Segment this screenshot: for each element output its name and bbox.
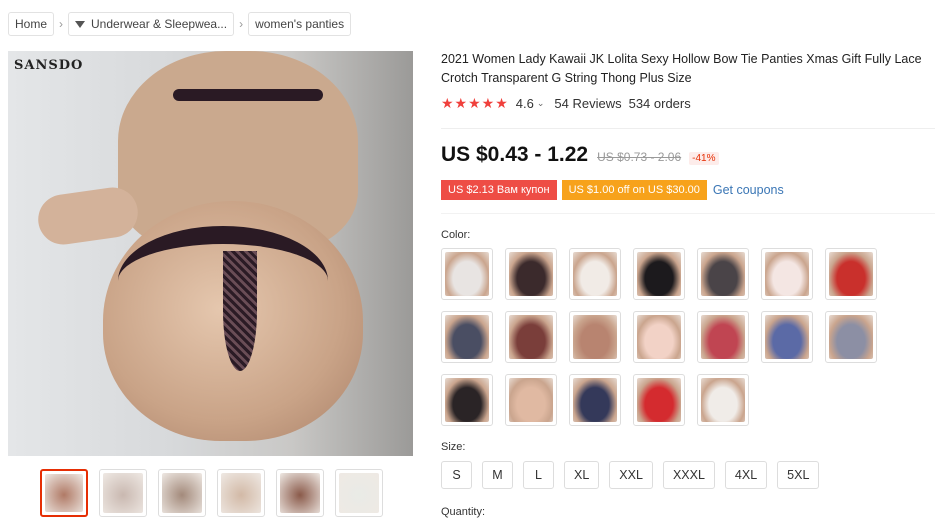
get-coupons-link[interactable]: Get coupons [713, 183, 784, 197]
size-option[interactable]: XXXL [662, 461, 715, 489]
color-swatch[interactable] [633, 248, 685, 300]
swatch-preview [829, 315, 873, 359]
thumbnail-strip [40, 469, 383, 517]
thumbnail-preview [221, 473, 261, 513]
main-product-image[interactable]: SANSDO [8, 51, 413, 456]
swatch-preview [637, 252, 681, 296]
swatch-preview [765, 315, 809, 359]
thumbnail-image[interactable] [217, 469, 265, 517]
rating-value[interactable]: 4.6 [516, 96, 534, 111]
color-swatch[interactable] [761, 311, 813, 363]
dropdown-triangle-icon [75, 20, 86, 28]
size-option[interactable]: S [441, 461, 472, 489]
size-label: Size: [441, 441, 466, 453]
color-swatch[interactable] [697, 374, 749, 426]
image-figure-arm [35, 184, 141, 248]
size-option[interactable]: L [523, 461, 554, 489]
swatch-preview [573, 252, 617, 296]
swatch-preview [573, 378, 617, 422]
size-option[interactable]: M [482, 461, 513, 489]
discount-badge: -41% [689, 152, 719, 165]
color-swatch[interactable] [505, 311, 557, 363]
coupon-row: US $2.13 Вам купон US $1.00 off on US $3… [441, 180, 784, 200]
color-swatch[interactable] [441, 248, 493, 300]
swatch-preview [445, 252, 489, 296]
image-lace-detail [223, 251, 257, 371]
rating-row: ★★★★★ 4.6 ⌄ 54 Reviews 534 orders [441, 94, 691, 112]
color-swatch[interactable] [505, 248, 557, 300]
swatch-preview [573, 315, 617, 359]
size-option[interactable]: 4XL [724, 461, 768, 489]
thumbnail-preview [339, 473, 379, 513]
current-price: US $0.43 - 1.22 [441, 143, 589, 166]
color-swatch[interactable] [825, 248, 877, 300]
color-swatch[interactable] [569, 374, 621, 426]
size-option[interactable]: XL [564, 461, 600, 489]
orders-count: 534 orders [628, 95, 691, 111]
quantity-label: Quantity: [441, 506, 486, 518]
thumbnail-preview [45, 474, 83, 512]
swatch-preview [509, 378, 553, 422]
original-price: US $0.73 - 2.06 [597, 150, 682, 164]
thumbnail-image[interactable] [99, 469, 147, 517]
thumbnail-preview [103, 473, 143, 513]
color-swatch[interactable] [441, 374, 493, 426]
size-options: S M L XL XXL XXXL 4XL 5XL [441, 461, 820, 489]
breadcrumb-home[interactable]: Home [8, 12, 55, 36]
color-swatch[interactable] [633, 311, 685, 363]
breadcrumb-separator: › [239, 17, 244, 31]
coupon-badge-threshold[interactable]: US $1.00 off on US $30.00 [561, 180, 707, 200]
swatch-preview [637, 315, 681, 359]
color-swatch-grid [441, 248, 881, 426]
swatch-preview [701, 252, 745, 296]
color-label: Color: [441, 229, 471, 241]
breadcrumb-category[interactable]: Underwear & Sleepwea... [68, 12, 235, 36]
swatch-preview [765, 252, 809, 296]
thumbnail-image[interactable] [276, 469, 324, 517]
divider [441, 128, 935, 129]
product-title: 2021 Women Lady Kawaii JK Lolita Sexy Ho… [441, 52, 922, 85]
swatch-preview [829, 252, 873, 296]
color-swatch[interactable] [825, 311, 877, 363]
color-swatch[interactable] [441, 311, 493, 363]
swatch-preview [445, 378, 489, 422]
color-swatch[interactable] [697, 311, 749, 363]
breadcrumb-category-label: Underwear & Sleepwea... [91, 17, 228, 31]
swatch-preview [509, 315, 553, 359]
star-rating-icons: ★★★★★ [441, 94, 509, 111]
swatch-preview [445, 315, 489, 359]
divider [441, 213, 935, 214]
swatch-preview [701, 378, 745, 422]
color-swatch[interactable] [697, 248, 749, 300]
breadcrumb: Home › Underwear & Sleepwea... › women's… [8, 12, 352, 36]
coupon-badge-store[interactable]: US $2.13 Вам купон [441, 180, 557, 200]
thumbnail-image[interactable] [40, 469, 88, 517]
color-swatch[interactable] [761, 248, 813, 300]
breadcrumb-subcategory[interactable]: women's panties [248, 12, 352, 36]
brand-logo: SANSDO [14, 58, 84, 73]
color-swatch[interactable] [569, 311, 621, 363]
thumbnail-preview [280, 473, 320, 513]
size-option[interactable]: XXL [609, 461, 653, 489]
color-swatch[interactable] [569, 248, 621, 300]
swatch-preview [637, 378, 681, 422]
color-swatch[interactable] [633, 374, 685, 426]
thumbnail-image[interactable] [158, 469, 206, 517]
swatch-preview [509, 252, 553, 296]
thumbnail-image[interactable] [335, 469, 383, 517]
swatch-preview [701, 315, 745, 359]
price-row: US $0.43 - 1.22 US $0.73 - 2.06 -41% [441, 143, 719, 169]
thumbnail-preview [162, 473, 202, 513]
breadcrumb-separator: › [59, 17, 64, 31]
reviews-link[interactable]: 54 Reviews [554, 96, 621, 111]
image-bra-strap [173, 89, 323, 101]
size-option[interactable]: 5XL [777, 461, 820, 489]
color-swatch[interactable] [505, 374, 557, 426]
chevron-down-icon[interactable]: ⌄ [537, 98, 545, 109]
